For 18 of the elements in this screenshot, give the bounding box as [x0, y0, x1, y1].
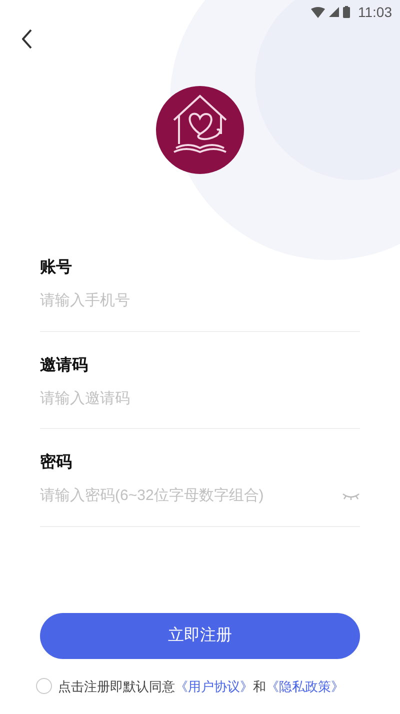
signal-icon	[329, 7, 339, 17]
field-label: 密码	[40, 452, 73, 473]
field-label: 邀请码	[40, 356, 89, 376]
back-icon	[22, 29, 32, 49]
wifi-icon	[311, 6, 325, 18]
privacy-policy-link[interactable]: 《隐私政策》	[266, 678, 344, 694]
eye-closed-icon[interactable]	[342, 492, 360, 500]
field-label: 账号	[40, 258, 73, 278]
register-button[interactable]: 立即注册	[40, 612, 360, 658]
logo-icon	[156, 86, 244, 174]
input-field[interactable]: 请输入密码(6~32位字母数字组合)	[40, 485, 342, 508]
input-field[interactable]: 请输入手机号	[40, 290, 360, 312]
input-field[interactable]: 请输入邀请码	[40, 388, 360, 410]
battery-icon	[343, 6, 350, 18]
user-agreement-link[interactable]: 《用户协议》	[175, 678, 253, 694]
agreement-checkbox[interactable]	[36, 678, 52, 694]
status-time: 11:03	[358, 2, 392, 22]
agreement-text: 点击注册即默认同意《用户协议》和《隐私政策》	[58, 678, 344, 696]
